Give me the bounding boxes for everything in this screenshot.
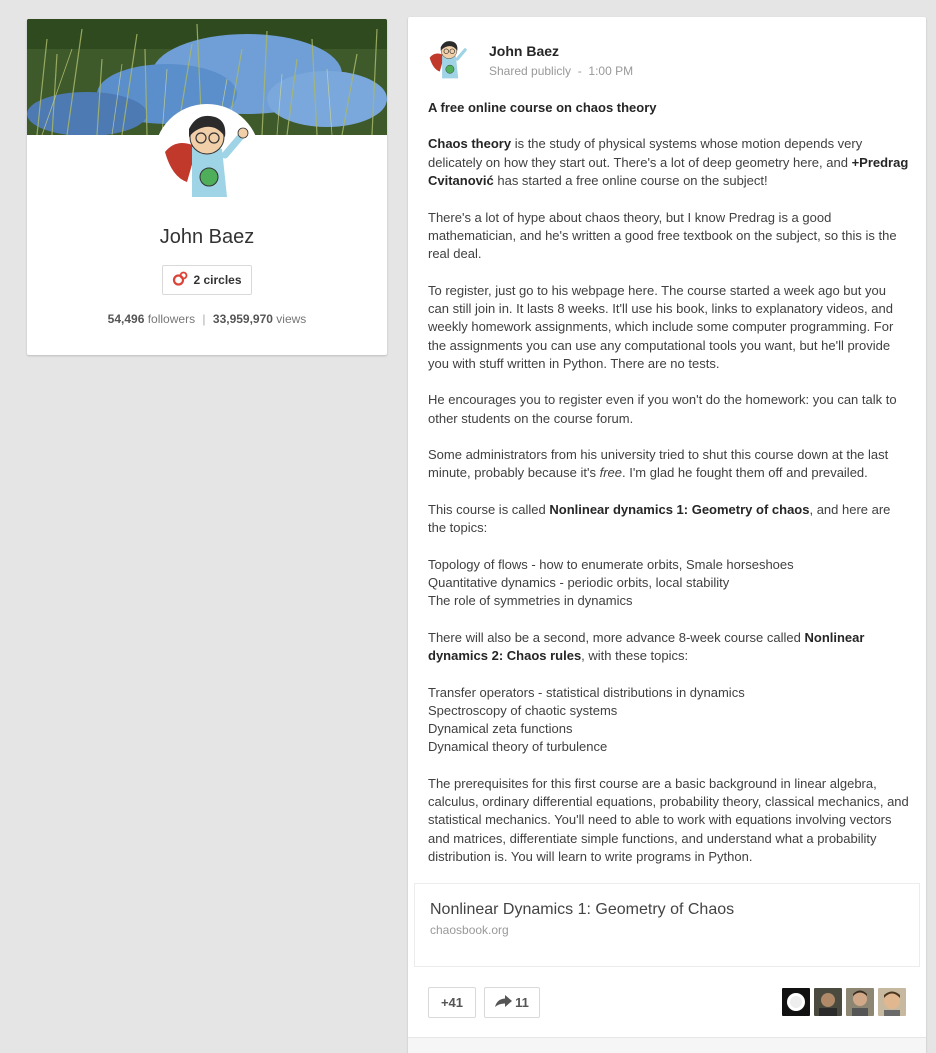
visibility-label[interactable]: Shared publicly — [489, 64, 571, 78]
share-button[interactable]: 11 — [484, 987, 540, 1018]
profile-name: John Baez — [159, 226, 255, 248]
share-icon — [495, 995, 513, 1010]
plus-one-button[interactable]: +41 — [428, 987, 476, 1018]
views-label: views — [276, 312, 307, 326]
followers-label: followers — [147, 312, 196, 326]
link-title[interactable]: Nonlinear Dynamics 1: Geometry of Chaos — [430, 901, 734, 919]
circles-label: 2 circles — [193, 273, 242, 287]
circles-icon — [172, 271, 188, 290]
paragraph-4: He encourages you to register even if yo… — [428, 392, 897, 426]
list-item: Quantitative dynamics - periodic orbits,… — [428, 574, 730, 590]
paragraph-7: There will also be a second, more advanc… — [428, 629, 865, 664]
list-item: Dynamical theory of turbulence — [428, 739, 608, 755]
profile-card: John Baez 2 circles 54,496 followers | 3… — [27, 19, 387, 355]
topic-list-2: Transfer operators - statistical distrib… — [428, 684, 910, 757]
meta-separator: - — [577, 64, 582, 78]
share-count: 11 — [515, 995, 529, 1010]
comment-area — [408, 1037, 926, 1053]
list-item: Spectroscopy of chaotic systems — [428, 702, 618, 718]
bold-term: Chaos theory — [428, 136, 512, 152]
circles-button[interactable]: 2 circles — [162, 265, 252, 295]
topic-list-1: Topology of flows - how to enumerate orb… — [428, 556, 910, 611]
sharer-avatar[interactable] — [846, 988, 874, 1016]
post-meta: Shared publicly - 1:00 PM — [489, 64, 633, 78]
sharer-avatar[interactable] — [878, 988, 906, 1016]
profile-stats: 54,496 followers | 33,959,970 views — [27, 312, 387, 326]
link-preview[interactable]: Nonlinear Dynamics 1: Geometry of Chaos … — [414, 883, 920, 967]
paragraph-5: Some administrators from his university … — [428, 447, 889, 481]
profile-avatar[interactable] — [157, 107, 257, 207]
post-time[interactable]: 1:00 PM — [588, 64, 633, 78]
link-domain: chaosbook.org — [430, 923, 509, 937]
views-count: 33,959,970 — [212, 312, 273, 326]
sharer-avatar[interactable] — [814, 988, 842, 1016]
stats-divider: | — [202, 312, 206, 326]
sharer-avatar[interactable] — [782, 988, 810, 1016]
paragraph-3: To register, just go to his webpage here… — [428, 282, 894, 371]
paragraph-1: Chaos theory is the study of physical sy… — [428, 136, 909, 189]
list-item: The role of symmetries in dynamics — [428, 593, 633, 609]
author-avatar[interactable] — [426, 37, 472, 83]
paragraph-2: There's a lot of hype about chaos theory… — [428, 209, 897, 262]
list-item: Dynamical zeta functions — [428, 721, 573, 737]
plus-one-count: +41 — [440, 995, 464, 1010]
author-name[interactable]: John Baez — [489, 43, 559, 59]
list-item: Topology of flows - how to enumerate orb… — [428, 556, 794, 572]
sharers-list — [782, 988, 906, 1016]
paragraph-8: The prerequisites for this first course … — [428, 775, 909, 865]
paragraph-6: This course is called Nonlinear dynamics… — [428, 501, 891, 536]
post-body: A free online course on chaos theory Cha… — [428, 99, 910, 885]
post-card: John Baez Shared publicly - 1:00 PM A fr… — [408, 17, 926, 1053]
post-title: A free online course on chaos theory — [428, 100, 657, 115]
followers-count: 54,496 — [107, 312, 145, 326]
list-item: Transfer operators - statistical distrib… — [428, 684, 745, 700]
